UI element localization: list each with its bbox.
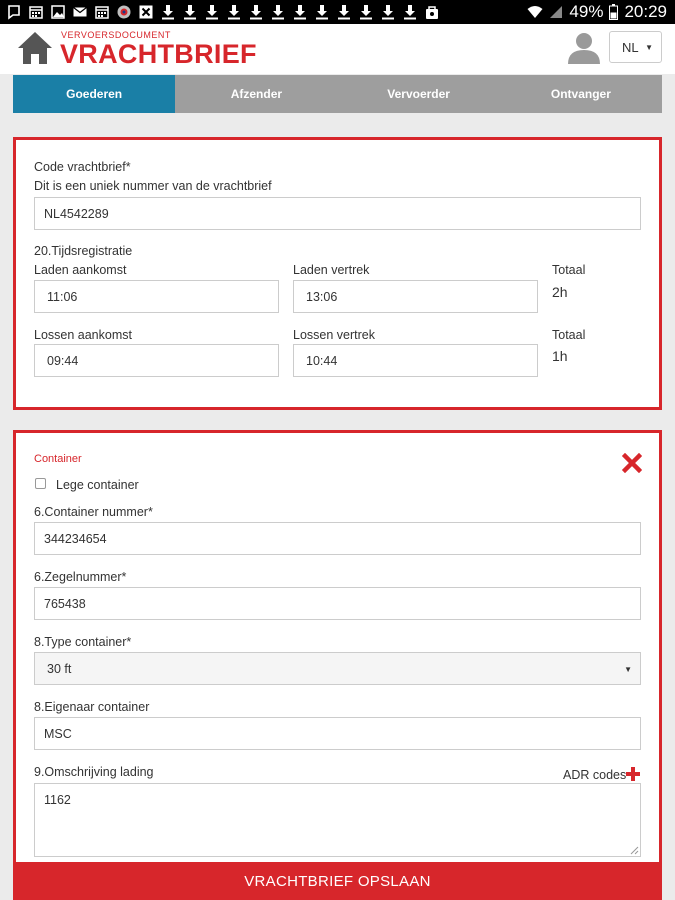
cargo-description-label: 9.Omschrijving lading bbox=[34, 765, 154, 779]
unloading-total-value: 1h bbox=[552, 348, 568, 364]
mail-icon bbox=[72, 4, 88, 20]
clock: 20:29 bbox=[624, 2, 667, 21]
unloading-departure-input[interactable]: 10:44 bbox=[293, 344, 538, 377]
empty-container-checkbox[interactable] bbox=[35, 478, 46, 489]
container-owner-label: 8.Eigenaar container bbox=[34, 700, 150, 714]
bag-icon bbox=[424, 4, 440, 20]
save-consignment-note-button[interactable]: VRACHTBRIEF OPSLAAN bbox=[13, 862, 662, 900]
empty-container-label: Lege container bbox=[56, 478, 139, 492]
signal-icon bbox=[550, 6, 563, 18]
download-icon bbox=[204, 4, 220, 20]
cargo-description-textarea[interactable]: 1162 bbox=[34, 783, 641, 857]
tab-ontvanger[interactable]: Ontvanger bbox=[500, 75, 662, 113]
adr-codes-label[interactable]: ADR codes bbox=[563, 768, 626, 782]
tab-vervoerder[interactable]: Vervoerder bbox=[338, 75, 500, 113]
battery-icon bbox=[609, 4, 619, 20]
loading-total-value: 2h bbox=[552, 284, 568, 300]
code-input[interactable]: NL4542289 bbox=[34, 197, 641, 230]
tab-afzender[interactable]: Afzender bbox=[175, 75, 337, 113]
container-number-input[interactable]: 344234654 bbox=[34, 522, 641, 555]
remove-container-icon[interactable] bbox=[622, 453, 642, 473]
code-label: Code vrachtbrief* bbox=[34, 160, 131, 174]
chevron-down-icon: ▼ bbox=[624, 665, 632, 674]
status-bar-icons bbox=[0, 4, 440, 20]
download-icon bbox=[292, 4, 308, 20]
code-help-text: Dit is een uniek nummer van de vrachtbri… bbox=[34, 179, 272, 193]
seal-number-label: 6.Zegelnummer* bbox=[34, 570, 127, 584]
unloading-arrival-input[interactable]: 09:44 bbox=[34, 344, 279, 377]
container-type-label: 8.Type container* bbox=[34, 635, 132, 649]
tab-goederen[interactable]: Goederen bbox=[13, 75, 176, 113]
security-icon bbox=[116, 4, 132, 20]
download-icon bbox=[226, 4, 242, 20]
add-adr-code-icon[interactable] bbox=[625, 766, 641, 782]
download-icon bbox=[182, 4, 198, 20]
download-icon bbox=[336, 4, 352, 20]
seal-number-input[interactable]: 765438 bbox=[34, 587, 641, 620]
close-box-icon bbox=[138, 4, 154, 20]
download-icon bbox=[380, 4, 396, 20]
resize-handle-icon[interactable] bbox=[629, 845, 639, 855]
tab-bar: Goederen Afzender Vervoerder Ontvanger bbox=[13, 75, 662, 113]
user-avatar-icon[interactable] bbox=[566, 30, 602, 66]
download-icon bbox=[402, 4, 418, 20]
loading-arrival-label: Laden aankomst bbox=[34, 263, 127, 277]
status-bar-right: 49% 20:29 bbox=[527, 0, 667, 24]
loading-departure-input[interactable]: 13:06 bbox=[293, 280, 538, 313]
language-value: NL bbox=[622, 39, 639, 55]
loading-arrival-input[interactable]: 11:06 bbox=[34, 280, 279, 313]
brand-title: VRACHTBRIEF bbox=[60, 39, 257, 69]
container-card: Container Lege container 6.Container num… bbox=[13, 430, 662, 870]
container-owner-input[interactable]: MSC bbox=[34, 717, 641, 750]
image-icon bbox=[50, 4, 66, 20]
status-bar: 49% 20:29 bbox=[0, 0, 675, 24]
container-type-value: 30 ft bbox=[47, 661, 72, 676]
code-and-time-card: Code vrachtbrief* Dit is een uniek numme… bbox=[13, 137, 662, 410]
wifi-icon bbox=[527, 6, 543, 18]
download-icon bbox=[248, 4, 264, 20]
unloading-departure-label: Lossen vertrek bbox=[293, 328, 375, 342]
notification-icon bbox=[6, 4, 22, 20]
download-icon bbox=[270, 4, 286, 20]
container-section-label: Container bbox=[34, 453, 82, 465]
container-type-select[interactable]: 30 ft ▼ bbox=[34, 652, 641, 685]
app-header: VERVOERSDOCUMENT VRACHTBRIEF NL ▼ bbox=[0, 24, 675, 74]
unloading-total-label: Totaal bbox=[552, 328, 586, 342]
loading-total-label: Totaal bbox=[552, 263, 586, 277]
calendar-icon bbox=[28, 4, 44, 20]
calendar-icon bbox=[94, 4, 110, 20]
download-icon bbox=[160, 4, 176, 20]
home-icon[interactable] bbox=[16, 30, 54, 66]
battery-percent: 49% bbox=[569, 2, 604, 21]
unloading-arrival-label: Lossen aankomst bbox=[34, 328, 132, 342]
container-number-label: 6.Container nummer* bbox=[34, 505, 153, 519]
loading-departure-label: Laden vertrek bbox=[293, 263, 370, 277]
time-registration-title: 20.Tijdsregistratie bbox=[34, 244, 133, 258]
download-icon bbox=[358, 4, 374, 20]
language-select[interactable]: NL ▼ bbox=[609, 31, 662, 63]
chevron-down-icon: ▼ bbox=[645, 43, 653, 52]
download-icon bbox=[314, 4, 330, 20]
